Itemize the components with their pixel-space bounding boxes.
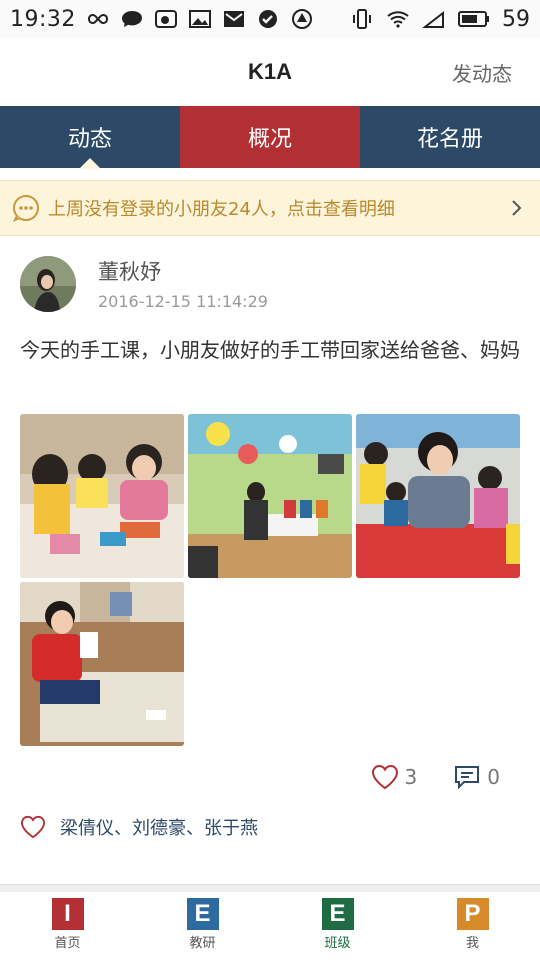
- app-screen: 19:32 59 K1A 发动态 动态 概况 花名册 上周没有登录的小朋友24人…: [0, 0, 540, 960]
- message-dots-icon: [12, 195, 39, 222]
- nav-class-label: 班级: [324, 936, 351, 951]
- mail-icon: [223, 11, 244, 27]
- nav-teaching-research-label: 教研: [189, 936, 216, 951]
- status-time: 19:32: [10, 6, 76, 32]
- infinity-icon: [87, 13, 108, 25]
- status-bar: 19:32 59: [0, 0, 540, 38]
- nav-home[interactable]: I 首页: [0, 892, 135, 960]
- battery-icon: [458, 11, 489, 27]
- bottom-nav: I 首页 E 教研 E 班级 P 我: [0, 892, 540, 960]
- comment-count: 0: [487, 765, 500, 789]
- login-notice-banner[interactable]: 上周没有登录的小朋友24人，点击查看明细: [0, 180, 540, 236]
- bottom-divider: [0, 884, 540, 892]
- profile-icon: P: [456, 898, 489, 930]
- tab-roster[interactable]: 花名册: [360, 106, 540, 168]
- post-photo[interactable]: [356, 414, 520, 578]
- nav-teaching-research[interactable]: E 教研: [135, 892, 270, 960]
- tab-bar: 动态 概况 花名册: [0, 106, 540, 169]
- post-update-button[interactable]: 发动态: [452, 58, 512, 87]
- image-icon: [188, 10, 211, 28]
- nav-me[interactable]: P 我: [405, 892, 540, 960]
- app-notification-icon: [291, 9, 312, 29]
- comment-icon: [455, 766, 480, 790]
- feed-post: 董秋妤 2016-12-15 11:14:29 今天的手工课，小朋友做好的手工带…: [0, 240, 540, 839]
- post-header: 董秋妤 2016-12-15 11:14:29: [0, 240, 540, 316]
- nav-home-label: 首页: [54, 936, 81, 951]
- chat-icon: [121, 11, 142, 27]
- nav-class[interactable]: E 班级: [270, 892, 405, 960]
- post-photo[interactable]: [188, 414, 352, 578]
- post-photo[interactable]: [20, 582, 184, 746]
- post-photo[interactable]: [20, 414, 184, 578]
- tab-overview[interactable]: 概况: [180, 106, 360, 168]
- tab-roster-label: 花名册: [416, 127, 483, 152]
- heart-icon: [371, 764, 398, 790]
- avatar[interactable]: [20, 256, 76, 312]
- vibrate-icon: [353, 9, 371, 29]
- home-icon: I: [51, 898, 84, 930]
- tab-overview-label: 概况: [247, 127, 292, 152]
- weibo-icon: [154, 10, 177, 28]
- liked-by-names[interactable]: 梁倩仪、刘德豪、张于燕: [60, 814, 258, 840]
- signal-icon: [422, 10, 444, 28]
- post-author[interactable]: 董秋妤: [98, 256, 161, 286]
- teaching-research-icon: E: [186, 898, 219, 930]
- heart-outline-icon: [20, 815, 46, 839]
- header-bar: K1A 发动态: [0, 38, 540, 106]
- post-time: 2016-12-15 11:14:29: [98, 292, 268, 311]
- notice-text: 上周没有登录的小朋友24人，点击查看明细: [48, 199, 395, 220]
- class-icon: E: [321, 898, 354, 930]
- nav-me-label: 我: [465, 936, 479, 951]
- tab-feed[interactable]: 动态: [0, 106, 180, 169]
- wifi-icon: [387, 11, 409, 28]
- page-title: K1A: [247, 59, 292, 84]
- battery-level: 59: [502, 6, 530, 32]
- chevron-right-icon: [512, 200, 522, 216]
- like-count: 3: [404, 765, 418, 789]
- avatar-photo: [20, 256, 76, 312]
- like-button[interactable]: 3: [371, 764, 418, 790]
- post-content: 今天的手工课，小朋友做好的手工带回家送给爸爸、妈妈: [20, 338, 520, 362]
- active-tab-indicator: [79, 158, 101, 169]
- comment-button[interactable]: 0: [453, 764, 500, 790]
- check-circle-icon: [258, 10, 277, 28]
- liked-by-row: 梁倩仪、刘德豪、张于燕: [20, 814, 258, 840]
- tab-feed-label: 动态: [67, 127, 112, 152]
- post-stats: 3 0: [371, 764, 500, 790]
